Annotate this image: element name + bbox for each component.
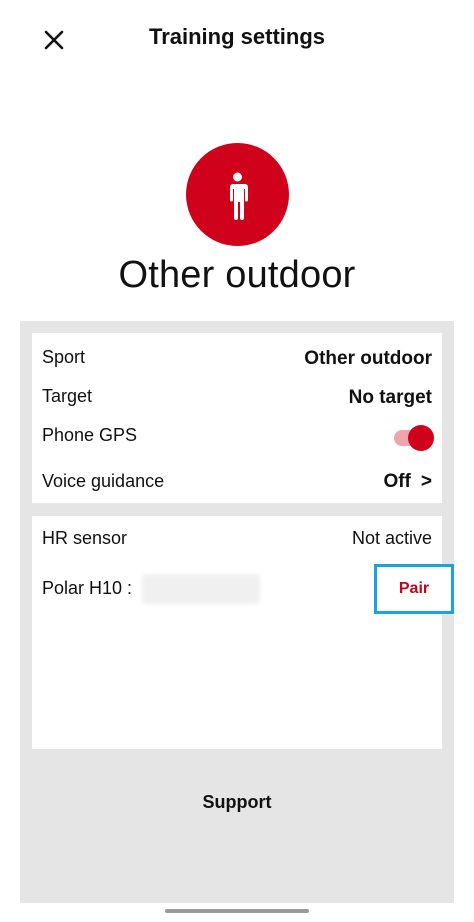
settings-panel: Sport Other outdoor Target No target Pho… bbox=[20, 321, 454, 903]
support-link[interactable]: Support bbox=[20, 792, 454, 813]
target-label: Target bbox=[42, 386, 93, 406]
sport-value[interactable]: Other outdoor bbox=[304, 348, 432, 370]
sensor-card: HR sensor Not active Polar H10 : Pair bbox=[32, 516, 454, 749]
target-value[interactable]: No target bbox=[349, 387, 432, 409]
sport-name-heading: Other outdoor bbox=[118, 254, 356, 296]
voice-guidance-value[interactable]: Off > bbox=[383, 471, 432, 493]
top-bar: Training settings bbox=[0, 0, 474, 80]
hr-sensor-label: HR sensor bbox=[42, 528, 128, 548]
toggle-knob bbox=[408, 425, 434, 451]
device-id-redacted bbox=[142, 574, 260, 604]
device-label: Polar H10 : bbox=[42, 578, 133, 598]
voice-guidance-status: Off bbox=[383, 471, 411, 492]
page-title: Training settings bbox=[148, 24, 326, 49]
hr-sensor-status: Not active bbox=[351, 528, 432, 548]
sport-label: Sport bbox=[42, 347, 86, 367]
pair-button[interactable]: Pair bbox=[374, 564, 454, 614]
chevron-right-icon: > bbox=[420, 471, 432, 492]
settings-card: Sport Other outdoor Target No target Pho… bbox=[32, 333, 442, 503]
training-settings-screen: Training settings Other outdoor Sport Ot… bbox=[0, 0, 474, 922]
phone-gps-toggle[interactable] bbox=[394, 425, 434, 451]
sport-icon-badge bbox=[186, 143, 289, 246]
voice-guidance-label: Voice guidance bbox=[42, 471, 165, 491]
home-indicator[interactable] bbox=[165, 909, 309, 913]
phone-gps-label: Phone GPS bbox=[42, 425, 138, 445]
person-standing-icon bbox=[230, 172, 248, 220]
